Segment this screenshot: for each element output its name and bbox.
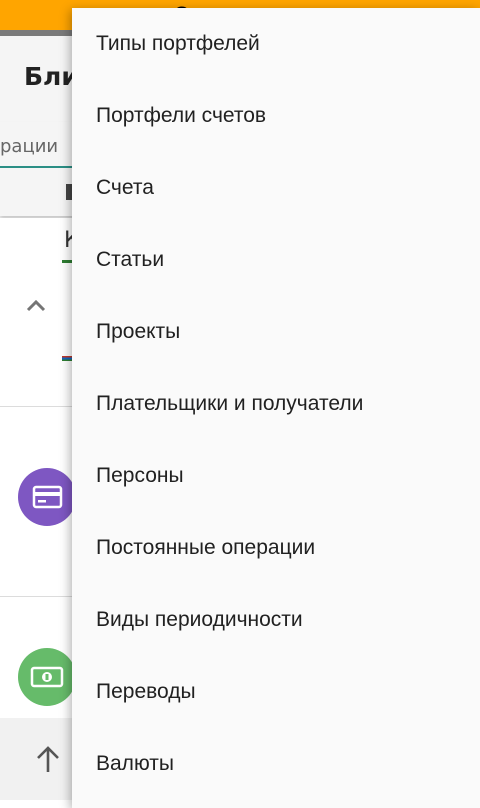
menu-item-currencies[interactable]: Валюты: [72, 728, 480, 800]
tab-operations[interactable]: рации: [0, 136, 58, 157]
banknote-icon: [30, 666, 64, 688]
arrow-up-icon[interactable]: [34, 744, 62, 774]
menu-item-account-portfolios[interactable]: Портфели счетов: [72, 80, 480, 152]
list-item-card-avatar[interactable]: [18, 468, 76, 526]
directories-menu: Типы портфелей Портфели счетов Счета Ста…: [72, 8, 480, 808]
menu-item-projects[interactable]: Проекты: [72, 296, 480, 368]
menu-item-periodicity-types[interactable]: Виды периодичности: [72, 584, 480, 656]
menu-item-payers-payees[interactable]: Плательщики и получатели: [72, 368, 480, 440]
chevron-up-icon[interactable]: [22, 292, 50, 320]
list-item-money-avatar[interactable]: [18, 648, 76, 706]
credit-card-icon: [32, 485, 63, 509]
tab-indicator: [0, 166, 80, 168]
toolbar-title: Бли: [24, 62, 79, 91]
menu-item-accounts[interactable]: Счета: [72, 152, 480, 224]
menu-item-transfers[interactable]: Переводы: [72, 656, 480, 728]
menu-item-portfolio-types[interactable]: Типы портфелей: [72, 8, 480, 80]
menu-item-recurring-operations[interactable]: Постоянные операции: [72, 512, 480, 584]
menu-item-persons[interactable]: Персоны: [72, 440, 480, 512]
menu-item-categories[interactable]: Статьи: [72, 224, 480, 296]
